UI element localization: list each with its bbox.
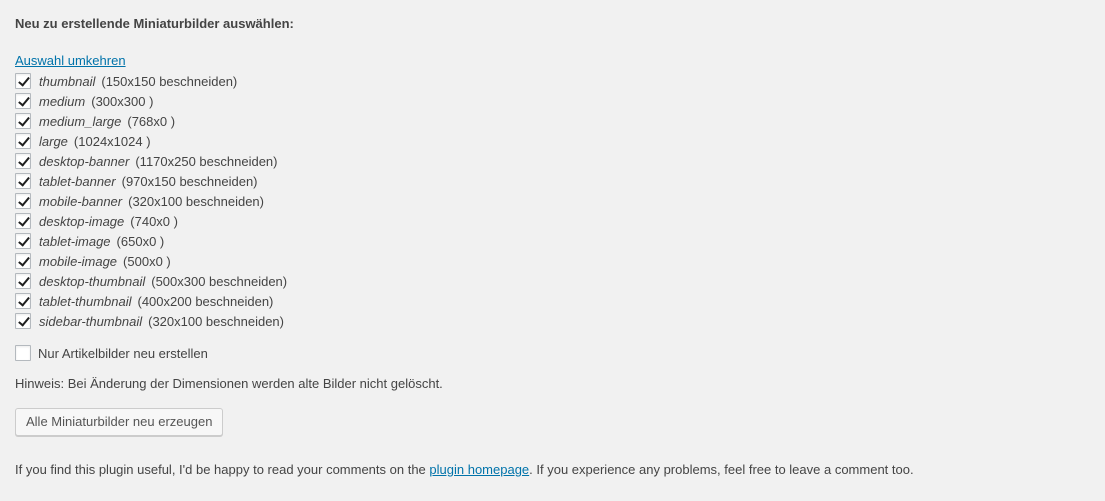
size-dimensions: (400x200 beschneiden) [137, 293, 274, 309]
thumbnail-size-list: thumbnail (150x150 beschneiden) medium (… [15, 71, 287, 331]
size-dimensions: (1170x250 beschneiden) [135, 153, 278, 169]
size-option-desktop-thumbnail[interactable]: desktop-thumbnail (500x300 beschneiden) [15, 271, 287, 291]
footer-text-before: If you find this plugin useful, I'd be h… [15, 462, 430, 477]
size-option-medium[interactable]: medium (300x300 ) [15, 91, 287, 111]
size-name: medium [39, 93, 86, 109]
hint-text: Hinweis: Bei Änderung der Dimensionen we… [15, 376, 443, 391]
size-checkbox[interactable] [15, 153, 31, 169]
size-name: large [39, 133, 68, 149]
size-name: desktop-thumbnail [39, 273, 146, 289]
size-option-large[interactable]: large (1024x1024 ) [15, 131, 287, 151]
size-checkbox[interactable] [15, 293, 31, 309]
size-name: thumbnail [39, 73, 96, 89]
size-checkbox[interactable] [15, 173, 31, 189]
footer-text-after: . If you experience any problems, feel f… [529, 462, 914, 477]
size-option-mobile-banner[interactable]: mobile-banner (320x100 beschneiden) [15, 191, 287, 211]
size-dimensions: (150x150 beschneiden) [101, 73, 238, 89]
size-checkbox[interactable] [15, 93, 31, 109]
size-name: desktop-banner [39, 153, 130, 169]
size-name: medium_large [39, 113, 122, 129]
regenerate-all-button[interactable]: Alle Miniaturbilder neu erzeugen [15, 408, 224, 436]
size-checkbox[interactable] [15, 253, 31, 269]
size-name: tablet-thumbnail [39, 293, 132, 309]
size-checkbox[interactable] [15, 273, 31, 289]
size-option-thumbnail[interactable]: thumbnail (150x150 beschneiden) [15, 71, 287, 91]
size-checkbox[interactable] [15, 73, 31, 89]
footer-note: If you find this plugin useful, I'd be h… [15, 462, 914, 477]
size-dimensions: (320x100 beschneiden) [148, 313, 284, 329]
size-dimensions: (320x100 beschneiden) [128, 193, 264, 209]
size-dimensions: (740x0 ) [130, 213, 178, 229]
size-checkbox[interactable] [15, 213, 31, 229]
size-name: sidebar-thumbnail [39, 313, 143, 329]
size-dimensions: (300x300 ) [91, 93, 154, 109]
size-dimensions: (500x300 beschneiden) [151, 273, 288, 289]
size-dimensions: (768x0 ) [127, 113, 176, 129]
only-featured-checkbox[interactable] [15, 345, 31, 361]
size-checkbox[interactable] [15, 233, 31, 249]
size-option-desktop-banner[interactable]: desktop-banner (1170x250 beschneiden) [15, 151, 287, 171]
size-name: tablet-banner [39, 173, 116, 189]
plugin-homepage-link[interactable]: plugin homepage [429, 462, 529, 477]
size-dimensions: (970x150 beschneiden) [121, 173, 258, 189]
only-featured-label: Nur Artikelbilder neu erstellen [38, 345, 208, 361]
size-option-sidebar-thumbnail[interactable]: sidebar-thumbnail (320x100 beschneiden) [15, 311, 287, 331]
size-option-tablet-banner[interactable]: tablet-banner (970x150 beschneiden) [15, 171, 287, 191]
size-name: mobile-image [39, 253, 118, 269]
size-option-tablet-thumbnail[interactable]: tablet-thumbnail (400x200 beschneiden) [15, 291, 287, 311]
size-checkbox[interactable] [15, 133, 31, 149]
size-checkbox[interactable] [15, 313, 31, 329]
size-checkbox[interactable] [15, 193, 31, 209]
size-name: tablet-image [39, 233, 111, 249]
only-featured-images-option[interactable]: Nur Artikelbilder neu erstellen [15, 344, 208, 362]
size-checkbox[interactable] [15, 113, 31, 129]
size-option-medium_large[interactable]: medium_large (768x0 ) [15, 111, 287, 131]
size-dimensions: (1024x1024 ) [73, 133, 151, 149]
size-dimensions: (500x0 ) [123, 253, 171, 269]
size-option-tablet-image[interactable]: tablet-image (650x0 ) [15, 231, 287, 251]
size-name: mobile-banner [39, 193, 123, 209]
size-name: desktop-image [39, 213, 125, 229]
size-dimensions: (650x0 ) [116, 233, 165, 249]
size-option-desktop-image[interactable]: desktop-image (740x0 ) [15, 211, 287, 231]
invert-selection-link[interactable]: Auswahl umkehren [15, 53, 126, 68]
section-heading: Neu zu erstellende Miniaturbilder auswäh… [15, 16, 294, 31]
size-option-mobile-image[interactable]: mobile-image (500x0 ) [15, 251, 287, 271]
